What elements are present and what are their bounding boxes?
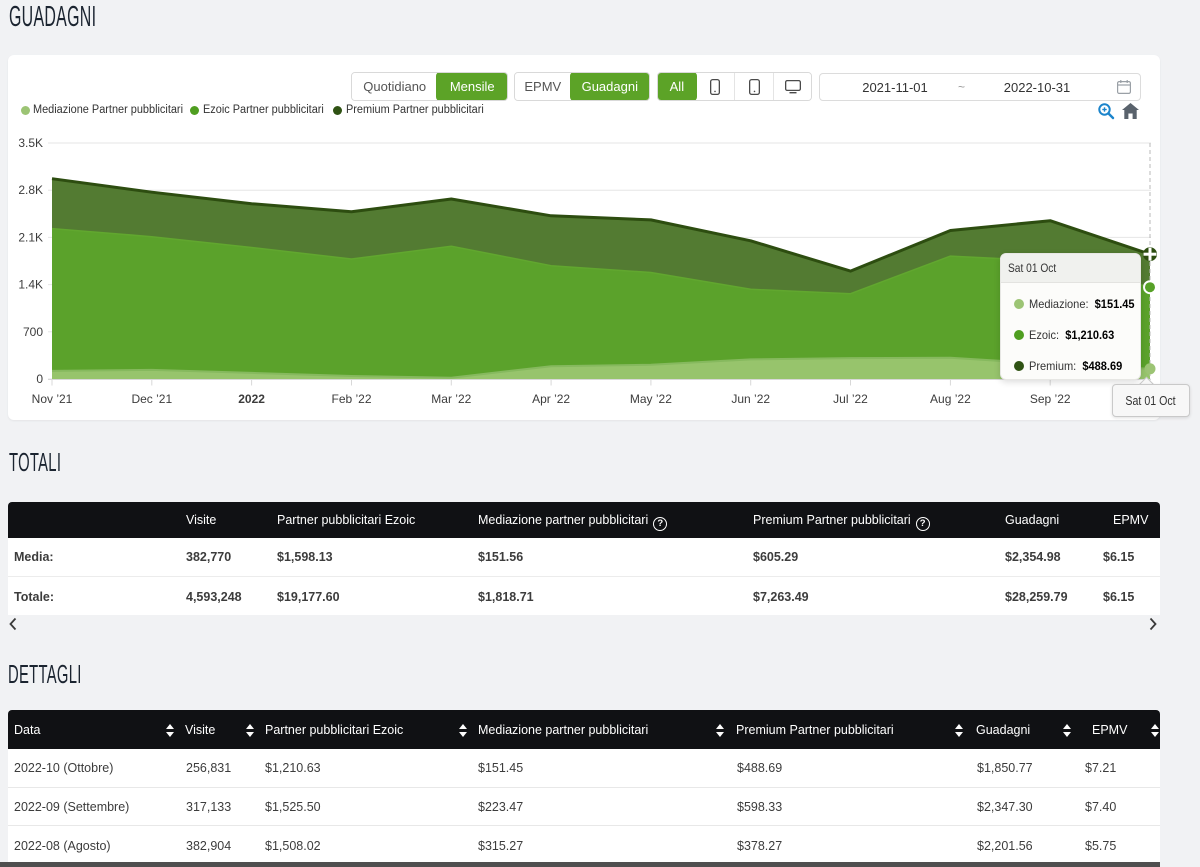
svg-text:700: 700 [23,325,43,339]
svg-text:1.4K: 1.4K [18,278,43,292]
svg-text:3.5K: 3.5K [18,136,43,150]
svg-text:0: 0 [36,372,43,386]
svg-text:May ’22: May ’22 [630,392,672,406]
svg-text:Nov ’21: Nov ’21 [32,392,73,406]
svg-text:Feb ’22: Feb ’22 [331,392,371,406]
svg-text:2.1K: 2.1K [18,230,43,244]
svg-text:Dec ’21: Dec ’21 [131,392,172,406]
svg-text:Jun ’22: Jun ’22 [731,392,770,406]
svg-text:Mar ’22: Mar ’22 [431,392,471,406]
svg-text:2022: 2022 [238,392,265,406]
svg-text:Apr ’22: Apr ’22 [532,392,570,406]
svg-text:Jul ’22: Jul ’22 [833,392,868,406]
svg-text:Aug ’22: Aug ’22 [930,392,971,406]
svg-text:Sep ’22: Sep ’22 [1030,392,1071,406]
svg-text:2.8K: 2.8K [18,183,43,197]
